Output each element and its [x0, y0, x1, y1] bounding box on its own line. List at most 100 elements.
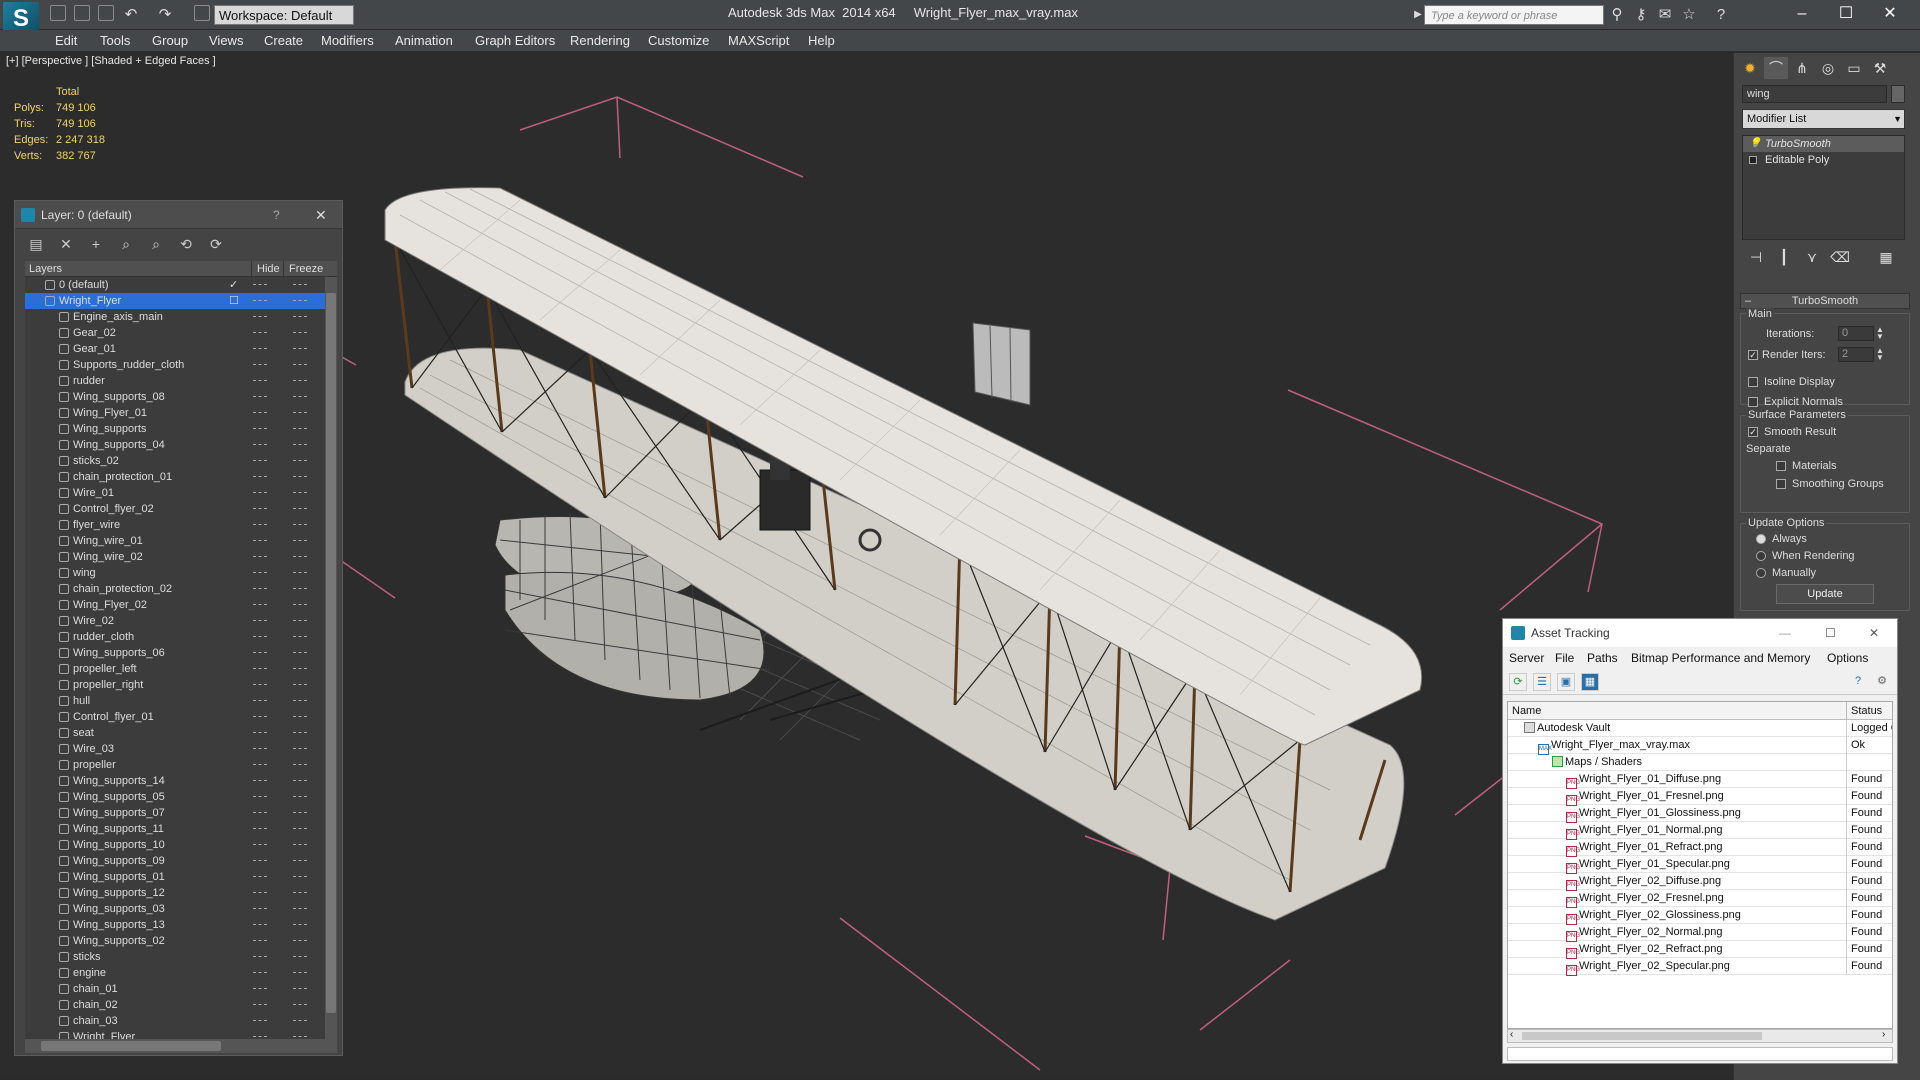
asset-row[interactable]: PNGWright_Flyer_01_Refract.png Found: [1508, 839, 1892, 857]
asset-row[interactable]: PNGWright_Flyer_01_Diffuse.png Found: [1508, 771, 1892, 789]
scroll-thumb[interactable]: [1522, 1032, 1762, 1040]
layer-row[interactable]: Wire_01: [25, 485, 325, 501]
always-radio[interactable]: [1756, 534, 1766, 544]
asset-row[interactable]: PNGWright_Flyer_02_Refract.png Found: [1508, 941, 1892, 959]
smooth-result-checkbox[interactable]: ✓: [1748, 427, 1758, 437]
layer-row[interactable]: chain_02: [25, 997, 325, 1013]
list-view-icon[interactable]: ☰: [1533, 673, 1551, 691]
freeze-toggle[interactable]: [293, 892, 307, 894]
freeze-toggle[interactable]: [293, 428, 307, 430]
menu-rendering[interactable]: Rendering: [570, 33, 630, 48]
freeze-toggle[interactable]: [293, 828, 307, 830]
manually-radio[interactable]: [1756, 568, 1766, 578]
freeze-toggle[interactable]: [293, 652, 307, 654]
undo-icon[interactable]: ↶: [122, 6, 140, 24]
hide-toggle[interactable]: [253, 428, 267, 430]
freeze-toggle[interactable]: [293, 812, 307, 814]
thumbnail-view-icon[interactable]: ▣: [1557, 673, 1575, 691]
hide-toggle[interactable]: [253, 316, 267, 318]
open-file-icon[interactable]: [74, 5, 90, 21]
create-tab-icon[interactable]: ✹: [1738, 57, 1762, 79]
hide-toggle[interactable]: [253, 540, 267, 542]
hide-toggle[interactable]: [253, 444, 267, 446]
freeze-toggle[interactable]: [293, 780, 307, 782]
freeze-toggle[interactable]: [293, 860, 307, 862]
hide-toggle[interactable]: [253, 412, 267, 414]
hide-toggle[interactable]: [253, 940, 267, 942]
hide-toggle[interactable]: [253, 796, 267, 798]
help-icon[interactable]: ?: [1849, 673, 1867, 691]
hide-toggle[interactable]: [253, 860, 267, 862]
layer-row[interactable]: hull: [25, 693, 325, 709]
layer-row[interactable]: sticks_02: [25, 453, 325, 469]
layer-row[interactable]: Wing_supports_07: [25, 805, 325, 821]
menu-group[interactable]: Group: [152, 33, 188, 48]
hide-toggle[interactable]: [253, 956, 267, 958]
freeze-toggle[interactable]: [293, 380, 307, 382]
layer-row[interactable]: chain_01: [25, 981, 325, 997]
freeze-toggle[interactable]: [293, 332, 307, 334]
turbosmooth-rollout-header[interactable]: – TurboSmooth: [1740, 293, 1910, 309]
layer-row[interactable]: Wing_Flyer_02: [25, 597, 325, 613]
motion-tab-icon[interactable]: ◎: [1816, 57, 1840, 79]
freeze-toggle[interactable]: [293, 636, 307, 638]
col-freeze[interactable]: Freeze: [283, 261, 323, 277]
viewport-label[interactable]: [+] [Perspective ] [Shaded + Edged Faces…: [6, 55, 216, 67]
hide-toggle[interactable]: [253, 460, 267, 462]
freeze-all-icon[interactable]: ⟳: [207, 235, 225, 253]
scroll-thumb[interactable]: [326, 293, 336, 1013]
asset-row[interactable]: PNGWright_Flyer_02_Fresnel.png Found: [1508, 890, 1892, 908]
freeze-toggle[interactable]: [293, 460, 307, 462]
current-layer-check-icon[interactable]: ✓: [229, 277, 238, 293]
freeze-toggle[interactable]: [293, 988, 307, 990]
update-button[interactable]: Update: [1776, 584, 1874, 604]
freeze-toggle[interactable]: [293, 1004, 307, 1006]
layer-row[interactable]: propeller_left: [25, 661, 325, 677]
layer-row[interactable]: propeller_right: [25, 677, 325, 693]
col-hide[interactable]: Hide: [251, 261, 280, 277]
hide-all-icon[interactable]: ⟲: [177, 235, 195, 253]
menu-views[interactable]: Views: [209, 33, 243, 48]
settings-gear-icon[interactable]: ⚙: [1873, 673, 1891, 691]
layer-row[interactable]: Wire_03: [25, 741, 325, 757]
freeze-toggle[interactable]: [293, 684, 307, 686]
hide-toggle[interactable]: [253, 556, 267, 558]
show-end-result-icon[interactable]: ┃: [1772, 246, 1796, 268]
select-objects-icon[interactable]: ⌕: [117, 235, 135, 253]
layer-row[interactable]: rudder: [25, 373, 325, 389]
menu-graph-editors[interactable]: Graph Editors: [475, 33, 555, 48]
hide-toggle[interactable]: [253, 300, 267, 302]
freeze-toggle[interactable]: [293, 300, 307, 302]
freeze-toggle[interactable]: [293, 396, 307, 398]
layer-row[interactable]: Gear_02: [25, 325, 325, 341]
layer-row[interactable]: Wing_supports_13: [25, 917, 325, 933]
hide-toggle[interactable]: [253, 380, 267, 382]
layer-row[interactable]: Gear_01: [25, 341, 325, 357]
freeze-toggle[interactable]: [293, 508, 307, 510]
menu-tools[interactable]: Tools: [100, 33, 130, 48]
freeze-toggle[interactable]: [293, 924, 307, 926]
layer-row[interactable]: Wing_supports_09: [25, 853, 325, 869]
freeze-toggle[interactable]: [293, 476, 307, 478]
layer-row[interactable]: Wright_Flyer: [25, 1029, 325, 1039]
maximize-icon[interactable]: ☐: [1826, 2, 1866, 26]
display-tab-icon[interactable]: ▭: [1842, 57, 1866, 79]
menu-create[interactable]: Create: [264, 33, 303, 48]
workspace-dropdown[interactable]: Workspace: Default: [214, 5, 354, 25]
scroll-left-icon[interactable]: ‹: [1510, 1029, 1513, 1040]
layer-list-vscrollbar[interactable]: [325, 277, 337, 1039]
menu-bitmap-performance[interactable]: Bitmap Performance and Memory: [1631, 647, 1810, 669]
scroll-thumb[interactable]: [41, 1041, 221, 1051]
layer-row[interactable]: Wing_supports_08: [25, 389, 325, 405]
hide-toggle[interactable]: [253, 476, 267, 478]
layer-row[interactable]: Engine_axis_main: [25, 309, 325, 325]
freeze-toggle[interactable]: [293, 1036, 307, 1038]
hide-toggle[interactable]: [253, 684, 267, 686]
hide-toggle[interactable]: [253, 572, 267, 574]
menu-maxscript[interactable]: MAXScript: [728, 33, 789, 48]
refresh-icon[interactable]: ⟳: [1509, 673, 1527, 691]
hide-toggle[interactable]: [253, 652, 267, 654]
minimize-icon[interactable]: –: [1782, 2, 1822, 26]
help-icon[interactable]: ?: [1712, 6, 1730, 24]
layer-row[interactable]: rudder_cloth: [25, 629, 325, 645]
